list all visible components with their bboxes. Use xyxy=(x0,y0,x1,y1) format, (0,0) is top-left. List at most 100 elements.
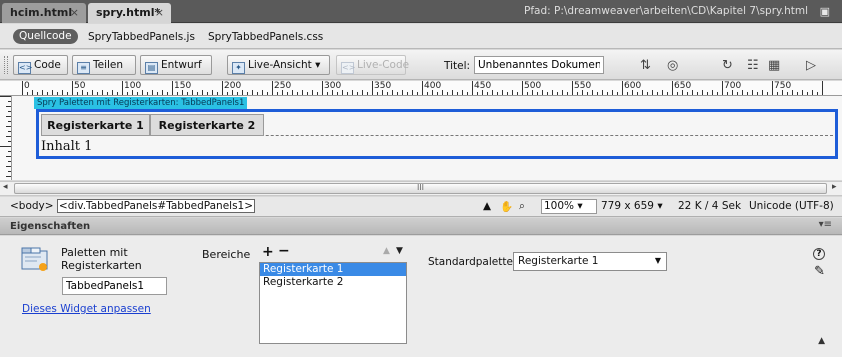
list-item[interactable]: Registerkarte 1 xyxy=(260,263,406,276)
ruler-tick xyxy=(267,92,268,95)
widget-tab-1[interactable]: Registerkarte 1 xyxy=(41,114,150,136)
live-view-button[interactable]: ✦ Live-Ansicht ▾ xyxy=(227,55,330,75)
properties-title: Eigenschaften xyxy=(10,221,91,232)
widget-tab-2[interactable]: Registerkarte 2 xyxy=(150,114,264,136)
close-icon[interactable]: × xyxy=(155,6,164,19)
code-view-button[interactable]: <> Code xyxy=(13,55,68,75)
hand-tool-icon[interactable]: ✋ xyxy=(500,200,513,213)
scrollbar-thumb[interactable]: III xyxy=(14,183,827,194)
ruler-tick xyxy=(252,90,253,95)
panels-list[interactable]: Registerkarte 1 Registerkarte 2 xyxy=(259,262,407,344)
ruler-tick xyxy=(157,92,158,95)
ruler-tick xyxy=(102,90,103,95)
ruler-tick xyxy=(257,92,258,95)
customize-widget-link[interactable]: Dieses Widget anpassen xyxy=(22,303,151,315)
collapse-panel-icon[interactable]: ▲ xyxy=(818,336,825,346)
design-canvas[interactable]: Spry Paletten mit Registerkarten: Tabbed… xyxy=(12,96,842,180)
zoom-tool-icon[interactable]: ⌕ xyxy=(519,200,525,213)
widget-label-tab[interactable]: Spry Paletten mit Registerkarten: Tabbed… xyxy=(34,97,248,109)
ruler-tick xyxy=(362,90,363,95)
browser-preview-icon[interactable]: ◎ xyxy=(667,58,678,73)
design-view-button[interactable]: ▤ Entwurf xyxy=(140,55,212,75)
widget-name-input[interactable] xyxy=(62,277,167,295)
live-code-button[interactable]: <> Live-Code xyxy=(336,55,409,75)
ruler-tick xyxy=(237,92,238,95)
selected-tag[interactable]: <div.TabbedPanels#TabbedPanels1> xyxy=(56,199,256,213)
toolbar-grip[interactable] xyxy=(4,56,8,74)
move-up-icon[interactable]: ▲ xyxy=(383,246,390,256)
properties-panel-header[interactable]: Eigenschaften ▾≡ xyxy=(0,218,842,235)
ruler-tick xyxy=(587,92,588,95)
ruler-tick xyxy=(8,131,11,132)
ruler-tick xyxy=(442,90,443,95)
ruler-tick xyxy=(52,90,53,95)
ruler-tick xyxy=(387,92,388,95)
quick-tag-editor-icon[interactable]: ✎ xyxy=(814,264,825,279)
ruler-tick xyxy=(452,90,453,95)
view-options-icon[interactable]: ☷ xyxy=(747,58,759,73)
ruler-tick xyxy=(662,90,663,95)
ruler-tick xyxy=(8,171,11,172)
add-panel-button[interactable]: + xyxy=(262,244,274,260)
related-file-js[interactable]: SpryTabbedPanels.js xyxy=(88,31,195,43)
ruler-tick xyxy=(352,90,353,95)
split-view-button[interactable]: ≡ Teilen xyxy=(72,55,136,75)
ruler-tick xyxy=(142,90,143,95)
source-code-button[interactable]: Quellcode xyxy=(13,29,78,44)
ruler-tick xyxy=(457,92,458,95)
remove-panel-button[interactable]: − xyxy=(278,243,290,259)
ruler-tick xyxy=(137,92,138,95)
tab-hcim-html[interactable]: hcim.html × xyxy=(2,3,86,23)
ruler-tick xyxy=(692,90,693,95)
ruler-label: 250 xyxy=(274,81,292,91)
window-size[interactable]: 779 x 659 ▾ xyxy=(601,200,663,212)
ruler-tick xyxy=(272,81,273,95)
ruler-label: 700 xyxy=(724,81,742,91)
widget-panel-content[interactable]: Inhalt 1 xyxy=(41,139,92,154)
body-tag[interactable]: <body> xyxy=(10,200,54,212)
ruler-tick xyxy=(67,92,68,95)
visual-aids-icon[interactable]: ▦ xyxy=(768,58,780,73)
ruler-tick xyxy=(112,90,113,95)
scroll-right-icon[interactable]: ▸ xyxy=(832,182,837,192)
move-down-icon[interactable]: ▼ xyxy=(396,246,403,256)
ruler-tick xyxy=(312,90,313,95)
ruler-tick xyxy=(242,90,243,95)
panel-menu-icon[interactable]: ▾≡ xyxy=(819,219,832,230)
ruler-tick xyxy=(702,90,703,95)
select-tool-icon[interactable]: ▲ xyxy=(483,200,491,212)
zoom-select[interactable]: 100% ▾ xyxy=(541,199,597,214)
ruler-tick xyxy=(402,90,403,95)
ruler-tick xyxy=(597,92,598,95)
ruler-tick xyxy=(772,81,773,95)
ruler-tick xyxy=(152,90,153,95)
default-panel-select[interactable]: Registerkarte 1 ▼ xyxy=(513,252,667,271)
ruler-tick xyxy=(467,92,468,95)
ruler-tick xyxy=(822,81,823,95)
tab-spry-html[interactable]: spry.html* × xyxy=(88,3,171,23)
tabbed-panels-widget[interactable]: Registerkarte 1 Registerkarte 2 Inhalt 1 xyxy=(36,109,838,159)
validate-icon[interactable]: ▷ xyxy=(806,58,816,73)
ruler-label: 300 xyxy=(324,81,342,91)
file-path: Pfad: P:\dreamweaver\arbeiten\CD\Kapitel… xyxy=(523,5,808,17)
ruler-tick xyxy=(307,92,308,95)
ruler-label: 150 xyxy=(174,81,192,91)
file-management-icon[interactable]: ⇅ xyxy=(640,58,651,73)
ruler-tick xyxy=(187,92,188,95)
ruler-tick xyxy=(6,116,11,117)
close-icon[interactable]: × xyxy=(70,6,79,19)
scroll-left-icon[interactable]: ◂ xyxy=(3,182,8,192)
help-icon[interactable]: ? xyxy=(813,248,825,260)
related-file-css[interactable]: SpryTabbedPanels.css xyxy=(208,31,323,43)
horizontal-scrollbar[interactable]: ◂ III ▸ xyxy=(0,181,842,196)
restore-window-icon[interactable]: ▣ xyxy=(820,5,830,18)
title-input[interactable] xyxy=(474,56,604,74)
refresh-icon[interactable]: ↻ xyxy=(722,58,733,73)
ruler-tick xyxy=(92,90,93,95)
ruler-tick xyxy=(557,92,558,95)
ruler-tick xyxy=(327,92,328,95)
list-item[interactable]: Registerkarte 2 xyxy=(260,276,406,289)
chevron-down-icon: ▼ xyxy=(654,256,661,265)
chevron-down-icon[interactable]: ▾ xyxy=(315,59,320,71)
tab-label: spry.html* xyxy=(96,6,161,19)
